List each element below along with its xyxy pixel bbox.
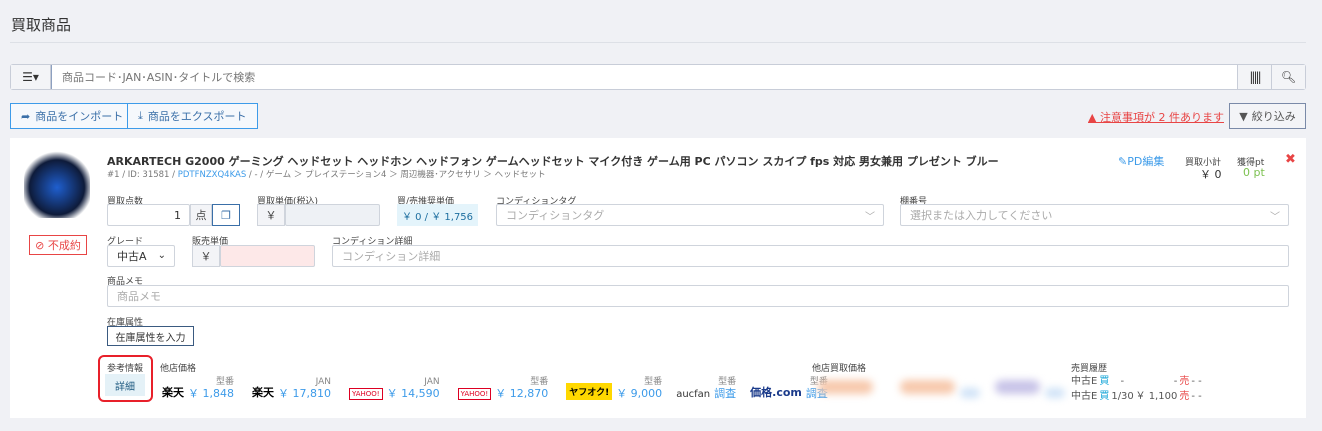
- download-icon: ⤓: [138, 109, 143, 122]
- history-row: 中古E 買 - - 売 - -: [1071, 376, 1202, 387]
- recommend-price: ￥ 0 / ￥ 1,756: [397, 204, 478, 226]
- store-logo: 楽天: [162, 386, 184, 399]
- store-logo: ヤフオク!: [566, 383, 613, 400]
- store-prices: 楽天 型番 ￥ 1,848 楽天 JAN ￥ 17,810 YAHOO! JAN ￥ 14,59…: [162, 376, 828, 400]
- store-price-value[interactable]: ￥ 14,590: [387, 388, 440, 400]
- store-price: 型番調査: [714, 377, 737, 400]
- export-button[interactable]: ⤓ 商品をエクスポート: [127, 103, 258, 129]
- filter-icon: ▼: [1239, 109, 1248, 123]
- points-value: 0 pt: [1243, 166, 1265, 179]
- memo-textarea[interactable]: 商品メモ: [107, 285, 1289, 307]
- subtotal-value: ￥ 0: [1200, 168, 1222, 181]
- store-price: 型番 ￥ 12,870: [495, 377, 549, 400]
- store-price-value[interactable]: 調査: [714, 388, 736, 400]
- store-price-item: 楽天 型番 ￥ 1,848: [162, 376, 234, 400]
- item-card: ⊘ 不成約 ARKARTECH G2000 ゲーミング ヘッドセット ヘッドホン…: [10, 138, 1306, 418]
- store-logo: YAHOO!: [349, 388, 383, 400]
- grade-select[interactable]: 中古A ⌄: [107, 245, 175, 267]
- copy-icon: ❐: [221, 208, 231, 222]
- history-row: 中古E 買 1/30 ￥ 1,100 売 - -: [1071, 391, 1202, 402]
- search-input[interactable]: [51, 65, 1237, 89]
- pd-edit-link[interactable]: ✎PD編集: [1118, 153, 1164, 169]
- import-button[interactable]: ➦ 商品をインポート: [10, 103, 135, 129]
- remove-item-button[interactable]: ✖: [1285, 152, 1296, 167]
- shelf-select[interactable]: 選択または入力してください ﹀: [900, 204, 1289, 226]
- store-price: JAN ￥ 14,590: [386, 377, 440, 400]
- store-logo: YAHOO!: [457, 388, 492, 400]
- divider: [10, 42, 1306, 43]
- store-price-item: aucfan 型番 調査: [676, 376, 736, 400]
- barcode-icon: |||||: [1249, 70, 1261, 84]
- cond-tag-select[interactable]: コンディションタグ ﹀: [496, 204, 884, 226]
- search-icon: 🔍︎: [1280, 70, 1297, 84]
- store-price: JAN ￥ 17,810: [278, 377, 331, 400]
- chevron-down-icon: ﹀: [865, 212, 875, 223]
- product-meta: #1 / ID: 31581 / PDTFNZXQ4KAS / - / ゲーム …: [107, 170, 546, 180]
- sliders-icon: ☰▾: [22, 70, 39, 84]
- product-title: ARKARTECH G2000 ゲーミング ヘッドセット ヘッドホン ヘッドフォ…: [107, 155, 999, 168]
- close-icon: ✖: [1285, 152, 1296, 167]
- ban-icon: ⊘: [35, 238, 45, 252]
- detail-button[interactable]: 詳細: [105, 374, 145, 396]
- qty-input[interactable]: 1: [107, 204, 190, 226]
- store-price-value[interactable]: ￥ 1,848: [188, 388, 234, 400]
- store-price: 型番 ￥ 9,000: [616, 377, 663, 400]
- store-price-value[interactable]: ￥ 9,000: [616, 388, 662, 400]
- store-price-item: 楽天 JAN ￥ 17,810: [252, 376, 331, 400]
- stock-attr-button[interactable]: 在庫属性を入力: [107, 326, 194, 346]
- qty-unit: 点: [190, 204, 212, 226]
- search-button[interactable]: 🔍︎: [1271, 65, 1305, 89]
- ref-label: 参考情報: [107, 364, 144, 374]
- product-code-link[interactable]: PDTFNZXQ4KAS: [178, 170, 247, 180]
- yen-addon: ￥: [192, 245, 220, 267]
- store-price-value[interactable]: ￥ 17,810: [278, 388, 331, 400]
- other-prices-label: 他店価格: [160, 364, 197, 374]
- pencil-icon: ✎: [1118, 155, 1128, 168]
- sale-price-input[interactable]: [220, 245, 315, 267]
- warning-icon: ▲: [1088, 111, 1100, 124]
- search-options-button[interactable]: ☰▾: [11, 65, 51, 89]
- status-badge: ⊘ 不成約: [29, 235, 87, 255]
- yen-addon: ￥: [257, 204, 285, 226]
- warning-link[interactable]: ▲ 注意事項が 2 件あります: [1088, 109, 1224, 125]
- store-price-value[interactable]: ￥ 12,870: [495, 388, 548, 400]
- store-logo: 価格.com: [750, 386, 802, 399]
- cond-detail-textarea[interactable]: コンディション詳細: [332, 245, 1289, 267]
- search-bar: ☰▾ ||||| 🔍︎: [10, 64, 1306, 90]
- product-image: [24, 150, 90, 218]
- history-label: 売買履歴: [1071, 364, 1108, 374]
- store-price-item: YAHOO! JAN ￥ 14,590: [349, 376, 440, 400]
- other-buy-label: 他店買取価格: [812, 364, 867, 374]
- share-icon: ➦: [21, 109, 31, 123]
- store-logo: 楽天: [252, 386, 274, 399]
- chevron-down-icon: ﹀: [1270, 212, 1280, 223]
- other-buy-prices-blurred: [810, 374, 1065, 402]
- store-price-item: YAHOO! 型番 ￥ 12,870: [457, 376, 549, 400]
- chevron-down-icon: ⌄: [157, 250, 166, 261]
- history-list: 中古E 買 - - 売 - - 中古E 買 1/30 ￥ 1,100 売 - -: [1071, 374, 1202, 404]
- buy-price-input[interactable]: [285, 204, 380, 226]
- store-price-item: ヤフオク! 型番 ￥ 9,000: [566, 376, 662, 400]
- barcode-button[interactable]: |||||: [1237, 65, 1271, 89]
- store-logo: aucfan: [676, 389, 711, 400]
- store-price: 型番 ￥ 1,848: [188, 377, 234, 400]
- filter-button[interactable]: ▼ 絞り込み: [1229, 103, 1306, 129]
- page-title: 買取商品: [11, 16, 72, 34]
- copy-button[interactable]: ❐: [212, 204, 240, 226]
